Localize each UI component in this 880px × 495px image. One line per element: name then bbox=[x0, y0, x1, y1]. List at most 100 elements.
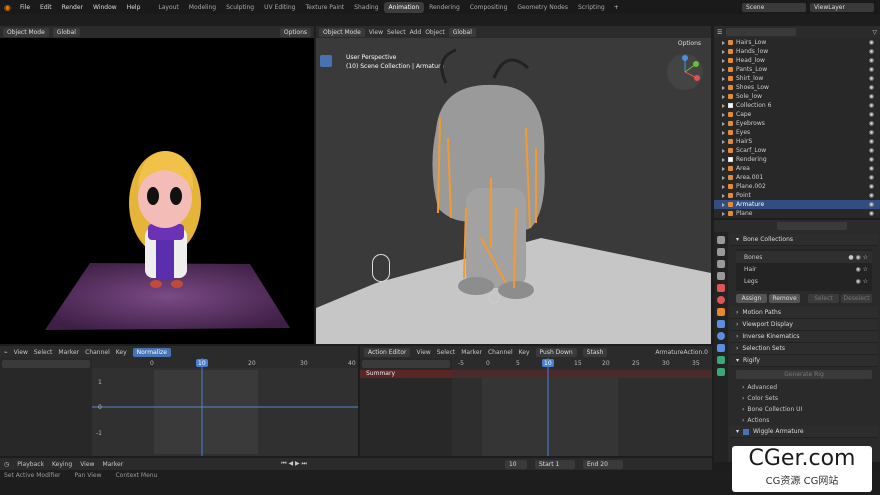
visibility-icon[interactable]: ◉ bbox=[869, 210, 874, 217]
object-tab-icon[interactable] bbox=[717, 308, 725, 316]
outliner-row[interactable]: Eyebrows ◉ bbox=[714, 119, 880, 128]
motion-paths-panel[interactable]: › Motion Paths bbox=[730, 307, 878, 319]
properties-search-input[interactable] bbox=[777, 222, 847, 230]
visibility-icon[interactable]: ◉ bbox=[869, 102, 874, 109]
menu-help[interactable]: Help bbox=[122, 4, 146, 11]
render-tab-icon[interactable] bbox=[717, 248, 725, 256]
expand-icon[interactable] bbox=[722, 40, 725, 45]
timeline-menu-view[interactable]: View bbox=[80, 461, 94, 468]
expand-icon[interactable] bbox=[722, 193, 725, 198]
tab-animation[interactable]: Animation bbox=[383, 1, 425, 13]
visibility-icon[interactable]: ◉ bbox=[869, 84, 874, 91]
wiggle-armature-panel[interactable]: ▾ Wiggle Armature bbox=[730, 426, 878, 438]
options-button[interactable]: Options bbox=[279, 27, 311, 37]
visibility-icon[interactable]: ◉ bbox=[869, 165, 874, 172]
color-sets-subpanel[interactable]: › Color Sets bbox=[730, 393, 878, 404]
tool-tab-icon[interactable] bbox=[717, 236, 725, 244]
expand-icon[interactable] bbox=[722, 139, 725, 144]
action-search-input[interactable] bbox=[362, 360, 450, 368]
tab-uv-editing[interactable]: UV Editing bbox=[259, 2, 300, 13]
main-viewport[interactable]: Object Mode View Select Add Object Globa… bbox=[316, 26, 711, 344]
advanced-subpanel[interactable]: › Advanced bbox=[730, 382, 878, 393]
action-editor[interactable]: Action Editor View Select Marker Channel… bbox=[360, 346, 712, 456]
inverse-kinematics-panel[interactable]: › Inverse Kinematics bbox=[730, 331, 878, 343]
push-down-button[interactable]: Push Down bbox=[535, 347, 577, 357]
deselect-button[interactable]: Deselect bbox=[841, 294, 872, 303]
visibility-icon[interactable]: ◉ bbox=[869, 147, 874, 154]
tab-layout[interactable]: Layout bbox=[153, 2, 183, 13]
bone-tab-icon[interactable] bbox=[717, 368, 725, 376]
current-frame-field[interactable]: 10 bbox=[504, 459, 527, 469]
action-editor-mode-dropdown[interactable]: Action Editor bbox=[364, 347, 411, 357]
expand-icon[interactable] bbox=[722, 211, 725, 216]
expand-icon[interactable] bbox=[722, 112, 725, 117]
menu-render[interactable]: Render bbox=[57, 4, 88, 11]
visibility-icon[interactable]: ◉ bbox=[869, 111, 874, 118]
action-menu-view[interactable]: View bbox=[416, 349, 430, 356]
outliner-row[interactable]: Scarf_Low ◉ bbox=[714, 146, 880, 155]
tab-texture-paint[interactable]: Texture Paint bbox=[300, 2, 349, 13]
navigation-gizmo[interactable] bbox=[665, 52, 705, 92]
outliner-row[interactable]: Hairs_Low ◉ bbox=[714, 38, 880, 47]
timeline-menu-marker[interactable]: Marker bbox=[102, 461, 123, 468]
outliner-row[interactable]: Plane ◉ bbox=[714, 209, 880, 218]
main-orientation-dropdown[interactable]: Global bbox=[448, 27, 476, 37]
expand-icon[interactable] bbox=[722, 103, 725, 108]
expand-icon[interactable] bbox=[722, 175, 725, 180]
graph-editor[interactable]: ⌁ View Select Marker Channel Key Normali… bbox=[0, 346, 358, 456]
tab-scripting[interactable]: Scripting bbox=[573, 2, 610, 13]
graph-menu-view[interactable]: View bbox=[14, 349, 28, 356]
outliner-row[interactable]: Eyes ◉ bbox=[714, 128, 880, 137]
visibility-icon[interactable]: ◉ bbox=[869, 57, 874, 64]
remove-button[interactable]: Remove bbox=[769, 294, 800, 303]
main-menu-object[interactable]: Object bbox=[425, 29, 445, 36]
visibility-icon[interactable]: ◉ bbox=[869, 138, 874, 145]
outliner-row[interactable]: Head_low ◉ bbox=[714, 56, 880, 65]
visibility-icon[interactable]: ◉ bbox=[869, 174, 874, 181]
visibility-icon[interactable]: ◉ bbox=[869, 75, 874, 82]
stash-button[interactable]: Stash bbox=[582, 347, 608, 357]
tab-rendering[interactable]: Rendering bbox=[424, 2, 465, 13]
graph-menu-marker[interactable]: Marker bbox=[58, 349, 79, 356]
outliner-row[interactable]: Area ◉ bbox=[714, 164, 880, 173]
outliner-row[interactable]: Shirt_low ◉ bbox=[714, 74, 880, 83]
dopesheet-canvas[interactable]: 10 -5 0 5 15 20 25 30 35 bbox=[452, 358, 712, 456]
scene-selector[interactable]: Scene bbox=[742, 2, 806, 12]
outliner-row[interactable]: HairS ◉ bbox=[714, 137, 880, 146]
outliner-row[interactable]: Plane.002 ◉ bbox=[714, 182, 880, 191]
expand-icon[interactable] bbox=[722, 67, 725, 72]
main-menu-select[interactable]: Select bbox=[387, 29, 406, 36]
assign-button[interactable]: Assign bbox=[736, 294, 767, 303]
expand-icon[interactable] bbox=[722, 148, 725, 153]
action-menu-marker[interactable]: Marker bbox=[461, 349, 482, 356]
output-tab-icon[interactable] bbox=[717, 260, 725, 268]
expand-icon[interactable] bbox=[722, 85, 725, 90]
graph-editor-type-icon[interactable]: ⌁ bbox=[4, 349, 8, 356]
action-name-field[interactable]: ArmatureAction.0 bbox=[655, 349, 708, 356]
expand-icon[interactable] bbox=[722, 58, 725, 63]
graph-search-input[interactable] bbox=[2, 360, 90, 368]
menu-window[interactable]: Window bbox=[88, 4, 122, 11]
expand-icon[interactable] bbox=[722, 184, 725, 189]
action-menu-key[interactable]: Key bbox=[519, 349, 530, 356]
select-button[interactable]: Select bbox=[808, 294, 839, 303]
tab-sculpting[interactable]: Sculpting bbox=[221, 2, 259, 13]
graph-menu-channel[interactable]: Channel bbox=[85, 349, 110, 356]
menu-file[interactable]: File bbox=[15, 4, 35, 11]
tab-compositing[interactable]: Compositing bbox=[465, 2, 513, 13]
outliner-row[interactable]: Pants_Low ◉ bbox=[714, 65, 880, 74]
bone-collection-item[interactable]: Legs ◉ ☆ bbox=[736, 275, 872, 287]
menu-playback[interactable]: Playback bbox=[17, 461, 44, 468]
bone-collection-item[interactable]: Bones ● ◉ ☆ bbox=[736, 251, 872, 263]
summary-channel[interactable]: Summary bbox=[360, 370, 452, 378]
selection-sets-panel[interactable]: › Selection Sets bbox=[730, 343, 878, 355]
world-tab-icon[interactable] bbox=[717, 296, 725, 304]
outliner-mode-icon[interactable]: ☰ bbox=[717, 29, 722, 36]
render-viewport[interactable]: Object Mode Global Options bbox=[0, 26, 314, 344]
armature-data-tab-icon[interactable] bbox=[717, 356, 725, 364]
tab-shading[interactable]: Shading bbox=[349, 2, 383, 13]
outliner-row[interactable]: Shoes_Low ◉ bbox=[714, 83, 880, 92]
outliner-row[interactable]: Hands_low ◉ bbox=[714, 47, 880, 56]
visibility-icon[interactable]: ◉ bbox=[869, 156, 874, 163]
outliner-row[interactable]: Point ◉ bbox=[714, 191, 880, 200]
